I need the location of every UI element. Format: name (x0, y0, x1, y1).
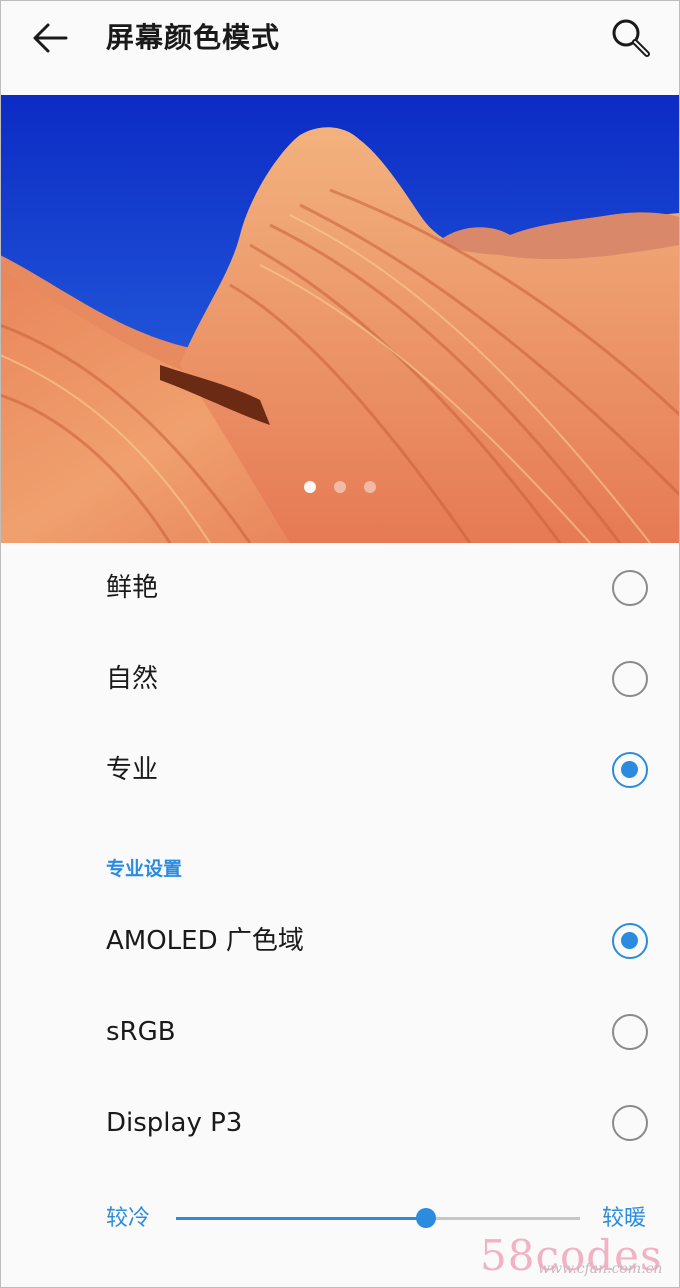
search-icon (612, 19, 650, 57)
carousel-dot[interactable] (334, 481, 346, 493)
carousel-dot[interactable] (304, 481, 316, 493)
arrow-left-icon (33, 23, 68, 53)
radio-button[interactable] (612, 661, 648, 697)
gamut-option-srgb[interactable]: sRGB (0, 987, 680, 1077)
search-button[interactable] (606, 14, 654, 62)
app-bar: 屏幕颜色模式 (0, 0, 680, 95)
back-button[interactable] (28, 18, 72, 58)
mode-option-vivid[interactable]: 鲜艳 (0, 543, 680, 633)
option-label: Display P3 (106, 1108, 243, 1138)
gamut-option-display-p3[interactable]: Display P3 (0, 1078, 680, 1168)
preview-image (0, 95, 680, 543)
slider-fill (176, 1217, 427, 1220)
page-title: 屏幕颜色模式 (106, 21, 281, 54)
carousel-indicator (0, 481, 680, 493)
radio-button[interactable] (612, 1105, 648, 1141)
radio-button[interactable] (612, 570, 648, 606)
radio-button[interactable] (612, 923, 648, 959)
radio-button[interactable] (612, 1014, 648, 1050)
slider-label-cooler: 较冷 (106, 1206, 151, 1231)
option-label: 鲜艳 (106, 573, 159, 603)
slider-thumb[interactable] (416, 1208, 437, 1228)
mode-option-natural[interactable]: 自然 (0, 634, 680, 724)
option-label: 自然 (106, 664, 159, 694)
option-label: AMOLED 广色域 (106, 926, 304, 956)
option-label: sRGB (106, 1017, 176, 1047)
gamut-option-amoled[interactable]: AMOLED 广色域 (0, 896, 680, 986)
mode-option-professional[interactable]: 专业 (0, 725, 680, 815)
section-header-pro-settings: 专业设置 (106, 858, 183, 880)
option-label: 专业 (106, 755, 159, 785)
watermark-url: www.cfan.com.cn (538, 1261, 663, 1277)
slider-label-warmer: 较暖 (602, 1206, 647, 1231)
radio-button[interactable] (612, 752, 648, 788)
color-temperature-slider[interactable] (176, 1208, 580, 1228)
carousel-dot[interactable] (364, 481, 376, 493)
preview-image-carousel[interactable] (0, 95, 680, 543)
